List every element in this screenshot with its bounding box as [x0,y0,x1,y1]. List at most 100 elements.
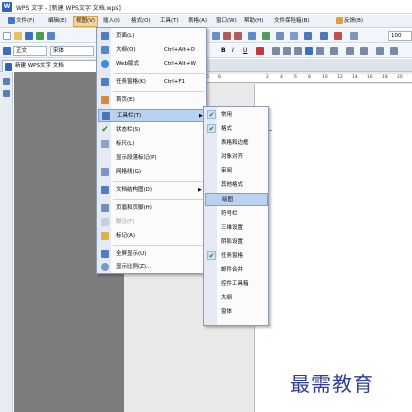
view-menu-home[interactable]: 首页(E) [98,94,206,107]
zoom-icon[interactable] [350,32,358,40]
toolbar-option-symbols[interactable]: 符号栏 [205,208,268,221]
view-menu-label: 标尺(L) [116,141,135,147]
bullets-icon[interactable] [360,47,368,55]
view-menu-gridlines[interactable]: 网格线(G) [98,166,206,179]
menu-edit[interactable]: 编辑(E) [46,16,69,27]
save-icon[interactable] [25,32,33,40]
format-painter-icon[interactable] [212,32,220,40]
toolbar-option-review[interactable]: 审阅 [205,165,268,178]
view-menu-label: 文档结构图(D) [116,187,153,193]
menu-view[interactable]: 视图(V) [73,16,99,27]
toolbar-option-format[interactable]: ✔ 格式 [205,123,268,136]
view-menu-outline[interactable]: 大纲(O) Ctrl+Alt+O [98,44,206,57]
undo-icon[interactable] [223,32,231,40]
font-color-icon[interactable] [256,47,264,55]
new-document-icon[interactable] [3,32,11,40]
document-map-icon[interactable] [320,32,328,40]
increase-indent-icon[interactable] [390,47,398,55]
hyperlink-icon[interactable] [248,32,256,40]
view-menu-label: 页眉和页脚(H) [116,205,152,211]
view-menu-label: 显示比例(Z)... [116,264,152,270]
style-combo[interactable]: 正文 [13,46,47,56]
numbering-icon[interactable] [346,47,354,55]
document-tab[interactable]: 新建 WPS文字 文档 [2,60,108,72]
align-left-icon[interactable] [272,47,280,55]
export-icon[interactable] [36,32,44,40]
drawing-icon[interactable] [304,32,312,40]
insert-table-icon[interactable] [262,32,270,40]
justify-icon[interactable] [305,47,313,55]
toolbar-option-mail-merge[interactable]: 邮件合并 [205,264,268,277]
toolbar-option-shadow-settings[interactable]: 阴影设置 [205,236,268,249]
gridlines-icon [101,168,109,176]
show-marks-icon[interactable] [334,32,342,40]
view-menu-task-pane[interactable]: 任务窗格(K) Ctrl+F1 [98,76,206,89]
print-icon[interactable] [47,32,55,40]
view-menu-toolbars[interactable]: 工具栏(T) ▶ [98,109,206,122]
document-page[interactable] [254,84,412,412]
view-menu-header-footer[interactable]: 页眉和页脚(H) [98,202,206,215]
menu-insert[interactable]: 插入(I) [101,16,122,27]
toolbars-submenu: ✔ 常用 ✔ 格式 表格和边框 对象对齐 审阅 其他格式 绘图 符号栏 三维设置… [203,106,269,326]
ruler-tick: 6 [294,75,297,80]
sidebar-new-icon[interactable] [3,78,10,85]
view-menu-markup[interactable]: 标记(A) [98,230,206,243]
open-folder-icon[interactable] [14,32,22,40]
watermark-text: 最需教育 [290,372,374,396]
redo-icon[interactable] [234,32,242,40]
toolbar-option-object-align[interactable]: 对象对齐 [205,151,268,164]
decrease-indent-icon[interactable] [376,47,384,55]
toolbar-option-forms[interactable]: 窗体 [205,306,268,319]
sidebar-task-icon[interactable] [3,90,10,97]
menu-format[interactable]: 格式(O) [129,16,153,27]
submenu-label: 任务窗格 [221,253,244,259]
submenu-label: 窗体 [221,309,233,315]
toolbar-option-outline[interactable]: 大纲 [205,292,268,305]
menu-file-safe[interactable]: 文件保险箱(B) [272,16,312,27]
toolbar-option-drawing[interactable]: 绘图 [205,193,268,206]
toolbar-option-control-toolbox[interactable]: 控件工具箱 [205,278,268,291]
toolbar-option-task-pane[interactable]: ✔ 任务窗格 [205,250,268,263]
view-menu-zoom[interactable]: 显示比例(Z)... [98,261,206,274]
toolbar-option-3d-settings[interactable]: 三维设置 [205,222,268,235]
toolbar-option-standard[interactable]: ✔ 常用 [205,109,268,122]
shortcut-label: Ctrl+Alt+O [164,47,195,53]
font-combo[interactable]: 宋体 [50,46,94,56]
italic-button[interactable]: I [232,47,234,55]
document-map-menu-icon [101,186,109,194]
view-menu-document-map[interactable]: 文档结构图(D) ▶ [98,184,206,197]
view-menu-label: 首页(E) [116,97,135,103]
view-menu-web-layout[interactable]: Web版式 Ctrl+Alt+W [98,58,206,71]
distributed-icon[interactable] [316,47,324,55]
view-menu-page[interactable]: 页面(L) [98,30,206,43]
view-menu-status-bar[interactable]: ✔ 状态栏(S) [98,124,206,137]
align-right-icon[interactable] [294,47,302,55]
toolbar-option-other-formats[interactable]: 其他格式 [205,179,268,192]
submenu-label: 绘图 [222,197,234,203]
menu-help[interactable]: 帮助(H) [242,16,265,27]
insert-picture-icon[interactable] [276,32,284,40]
submenu-label: 表格和边框 [221,140,249,146]
menu-separator [113,91,205,92]
view-menu-full-screen[interactable]: 全屏显示(U) [98,248,206,261]
view-menu-label: 全屏显示(U) [116,251,147,257]
underline-button[interactable]: U [243,47,247,55]
bold-button[interactable]: B [221,47,226,55]
menu-table[interactable]: 表格(A) [186,16,209,27]
zoom-combo[interactable]: 100 [388,31,412,41]
ruler-tick: 10 [322,75,328,80]
ruler-tick: 14 [352,75,358,80]
title-bar: W WPS 文字 - [新建 WPS文字 文档.wps] [0,0,412,14]
menu-tools[interactable]: 工具(T) [158,16,181,27]
view-menu-paragraph-marks[interactable]: 显示段落标记(P) [98,152,206,165]
view-menu-ruler[interactable]: 标尺(L) [98,138,206,151]
menu-feedback[interactable]: 反馈(B) [334,16,365,27]
toolbar-option-tables-borders[interactable]: 表格和边框 [205,137,268,150]
line-spacing-icon[interactable] [330,47,338,55]
checkmark-icon: ✔ [101,125,109,135]
menu-file[interactable]: 文件(F) [6,16,36,27]
columns-icon[interactable] [290,32,298,40]
align-center-icon[interactable] [283,47,291,55]
toolbars-icon [102,112,110,120]
menu-window[interactable]: 窗口(W) [214,16,239,27]
